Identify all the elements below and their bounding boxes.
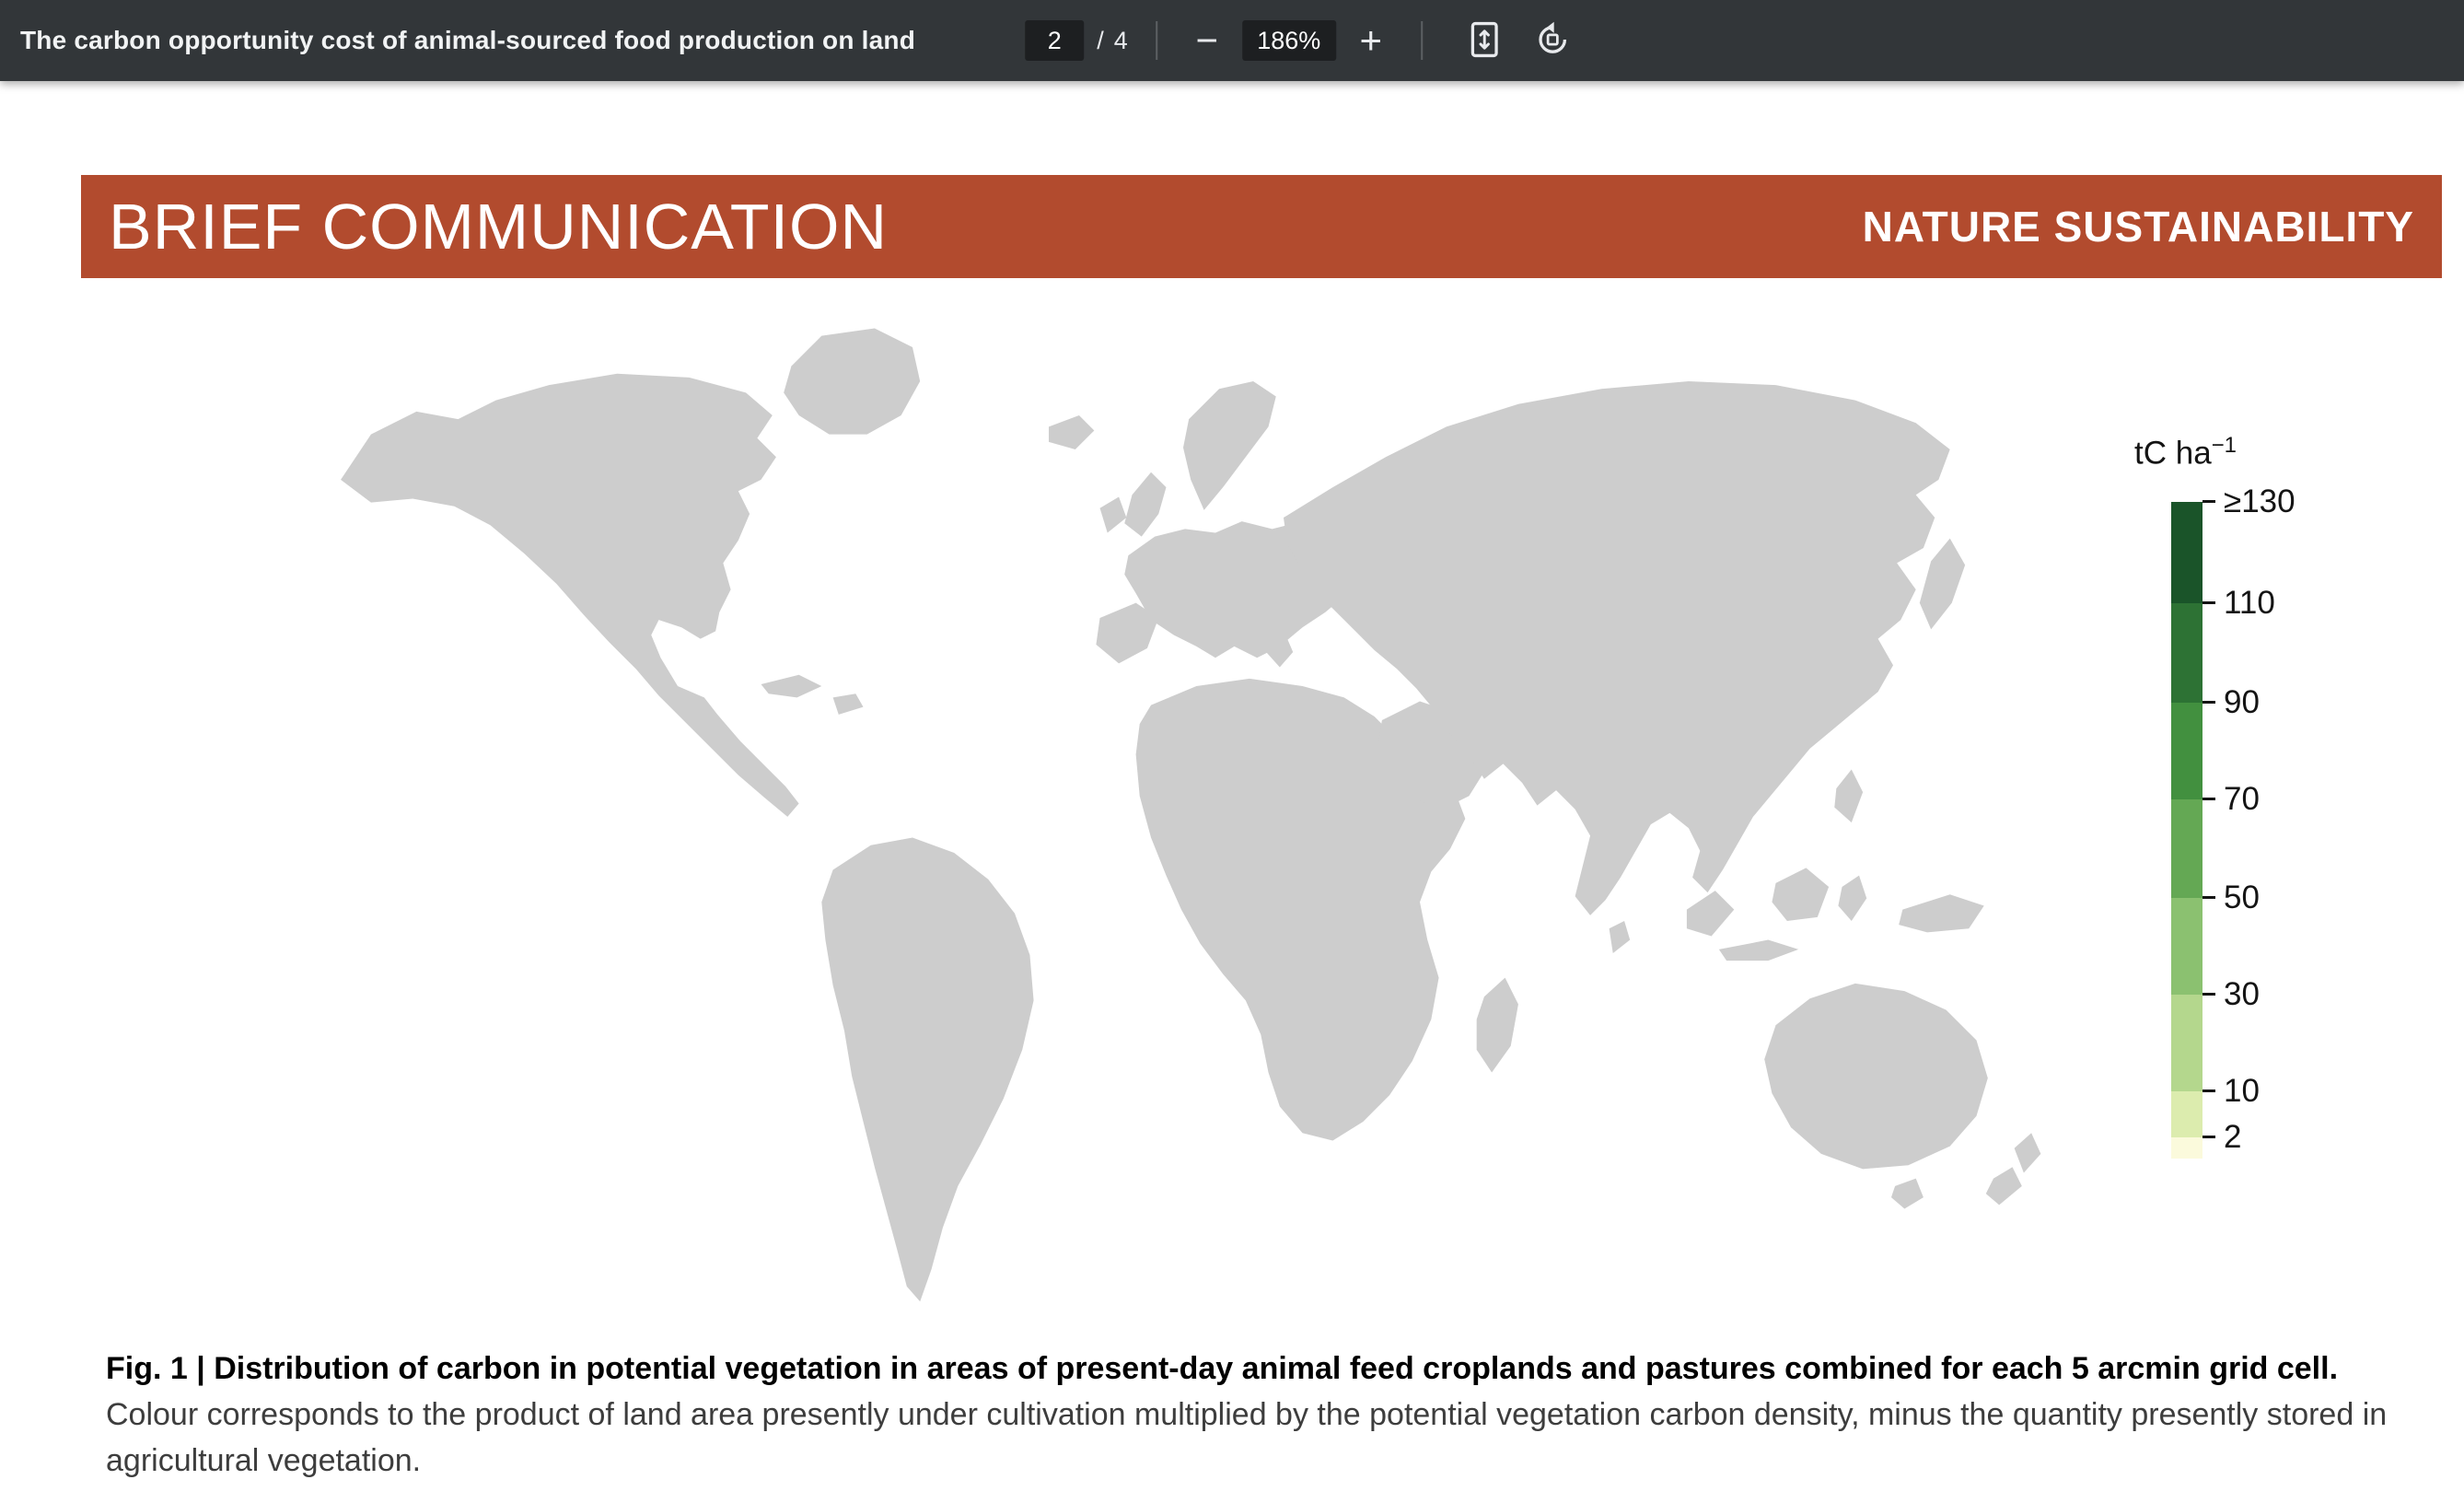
legend-tick: 50	[2202, 880, 2260, 916]
legend-title-exponent: −1	[2212, 433, 2237, 458]
figure-1-map	[221, 313, 2145, 1326]
page-total: 4	[1114, 27, 1128, 55]
legend-tickmark-icon	[2202, 500, 2215, 503]
document-title: The carbon opportunity cost of animal-so…	[20, 26, 915, 55]
legend-tick-label: 10	[2224, 1073, 2260, 1110]
legend-band	[2171, 502, 2202, 603]
zoom-out-button[interactable]: −	[1185, 17, 1229, 64]
paper-page: BRIEF COMMUNICATION NATURE SUSTAINABILIT…	[0, 81, 2464, 1503]
legend-tickmark-icon	[2202, 1089, 2215, 1092]
legend-band	[2171, 1091, 2202, 1137]
legend-band	[2171, 995, 2202, 1091]
zoom-in-button[interactable]: +	[1349, 17, 1393, 64]
legend-body: ≥13011090705030102	[2171, 502, 2237, 1159]
land-base	[341, 328, 2040, 1301]
figure-legend: tC ha−1 ≥13011090705030102	[2134, 433, 2237, 1159]
legend-band	[2171, 898, 2202, 995]
figure-caption: Fig. 1 | Distribution of carbon in poten…	[106, 1346, 2399, 1485]
legend-band	[2171, 603, 2202, 703]
pdf-viewer-toolbar: The carbon opportunity cost of animal-so…	[0, 0, 2464, 81]
legend-title-main: tC ha	[2134, 436, 2212, 472]
legend-tickmark-icon	[2202, 601, 2215, 604]
page-number-input[interactable]	[1025, 20, 1084, 61]
legend-tick: 90	[2202, 684, 2260, 721]
fit-to-page-icon	[1464, 19, 1505, 63]
legend-tick-label: 110	[2224, 585, 2275, 622]
legend-band	[2171, 1137, 2202, 1159]
screen: The carbon opportunity cost of animal-so…	[0, 0, 2464, 1503]
page-count: / 4	[1097, 27, 1128, 55]
toolbar-separator	[1421, 21, 1423, 60]
rotate-counterclockwise-button[interactable]	[1526, 16, 1579, 65]
legend-bar	[2171, 502, 2202, 1159]
legend-tickmark-icon	[2202, 993, 2215, 996]
legend-tick-label: 70	[2224, 781, 2260, 818]
legend-tickmark-icon	[2202, 701, 2215, 704]
legend-tick: 30	[2202, 976, 2260, 1013]
legend-title: tC ha−1	[2134, 433, 2237, 472]
article-type-banner: BRIEF COMMUNICATION NATURE SUSTAINABILIT…	[81, 175, 2442, 278]
legend-tickmark-icon	[2202, 798, 2215, 800]
zoom-level-input[interactable]	[1242, 20, 1336, 61]
legend-tick-label: 2	[2224, 1119, 2241, 1156]
legend-tick-label: 90	[2224, 684, 2260, 721]
legend-tick: 110	[2202, 585, 2275, 622]
legend-band	[2171, 703, 2202, 799]
journal-name-label: NATURE SUSTAINABILITY	[1863, 202, 2414, 251]
legend-tickmark-icon	[2202, 1136, 2215, 1138]
figure-caption-text: Colour corresponds to the product of lan…	[106, 1397, 2387, 1478]
legend-tickmark-icon	[2202, 896, 2215, 899]
fit-to-page-button[interactable]	[1458, 16, 1511, 65]
world-map-figure	[221, 313, 2145, 1326]
legend-tick: 10	[2202, 1073, 2260, 1110]
legend-band	[2171, 799, 2202, 898]
legend-tick: 2	[2202, 1119, 2241, 1156]
legend-tick-label: 30	[2224, 976, 2260, 1013]
figure-caption-title: Fig. 1 | Distribution of carbon in poten…	[106, 1351, 2338, 1386]
rotate-counterclockwise-icon	[1532, 19, 1573, 63]
legend-tick: ≥130	[2202, 484, 2295, 520]
legend-tick-label: 50	[2224, 880, 2260, 916]
legend-tick: 70	[2202, 781, 2260, 818]
page-divider: /	[1097, 27, 1104, 55]
legend-tick-label: ≥130	[2224, 484, 2295, 520]
toolbar-controls: / 4 − +	[1025, 16, 1586, 65]
toolbar-separator	[1156, 21, 1157, 60]
article-type-label: BRIEF COMMUNICATION	[109, 190, 888, 263]
